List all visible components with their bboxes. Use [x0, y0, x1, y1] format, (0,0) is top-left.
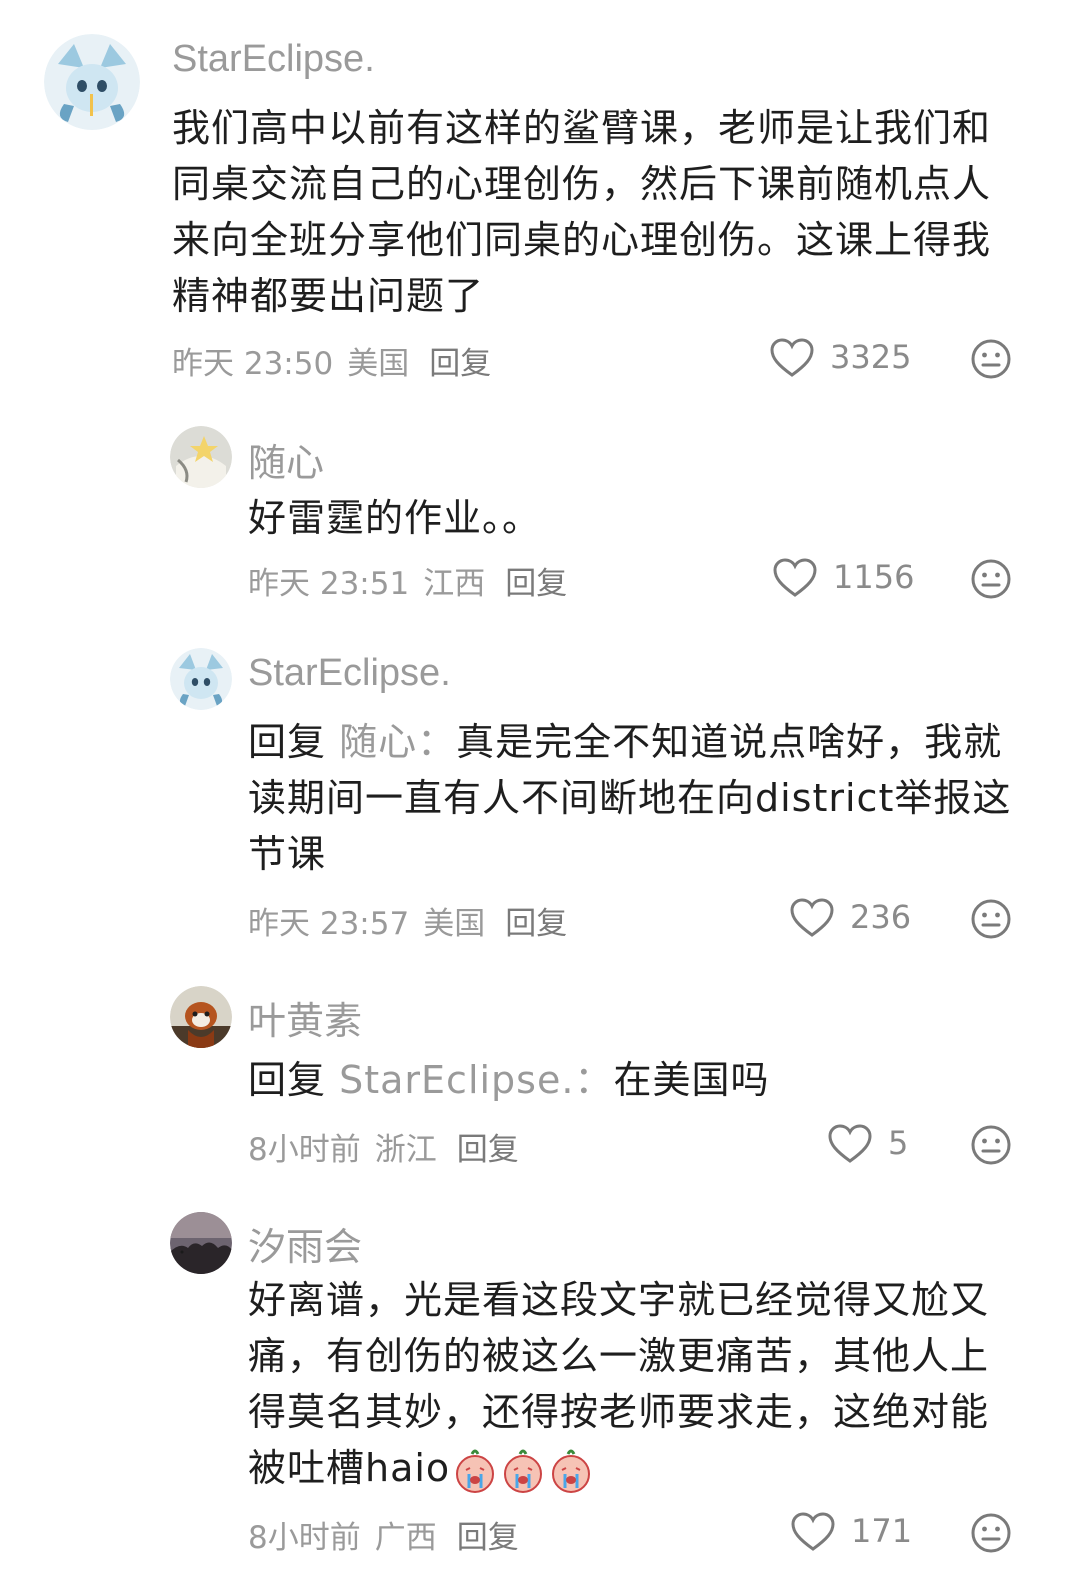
- heart-outline-icon: [773, 558, 817, 597]
- reply-target[interactable]: 随心：: [339, 720, 456, 764]
- like-button[interactable]: 236: [790, 896, 911, 940]
- username[interactable]: StarEclipse.: [172, 38, 375, 81]
- comment-text: 回复 随心：真是完全不知道说点啥好，我就读期间一直有人不间断地在向distric…: [248, 714, 1028, 882]
- neutral-face-icon[interactable]: [970, 338, 1012, 380]
- location: 美国: [423, 906, 486, 942]
- location: 广西: [374, 1520, 437, 1556]
- comment-meta: 8小时前 广西 回复: [248, 1512, 533, 1557]
- avatar[interactable]: [170, 1212, 232, 1274]
- username[interactable]: StarEclipse.: [248, 652, 451, 695]
- avatar[interactable]: [44, 34, 140, 130]
- like-count: 1156: [833, 558, 915, 596]
- like-count: 236: [850, 898, 912, 936]
- comment-text: 我们高中以前有这样的鲨臂课，老师是让我们和同桌交流自己的心理创伤，然后下课前随机…: [172, 106, 992, 318]
- location: 美国: [347, 346, 410, 382]
- like-button[interactable]: 3325: [770, 336, 911, 380]
- avatar[interactable]: [170, 986, 232, 1048]
- reply-prefix: 回复: [248, 720, 327, 764]
- reply-text: 在美国吗: [613, 1058, 770, 1102]
- like-count: 3325: [830, 338, 912, 376]
- username[interactable]: 叶黄素: [248, 990, 362, 1045]
- heart-outline-icon: [828, 1124, 872, 1163]
- avatar[interactable]: [170, 426, 232, 488]
- reply-button[interactable]: 回复: [457, 1132, 519, 1168]
- neutral-face-icon[interactable]: [970, 898, 1012, 940]
- reply-button[interactable]: 回复: [505, 906, 567, 942]
- crying-emoji: [456, 1449, 495, 1493]
- timestamp: 昨天 23:50: [172, 346, 334, 382]
- timestamp: 8小时前: [248, 1520, 361, 1556]
- comment-text: 好雷霆的作业。。: [248, 496, 542, 540]
- comment-meta: 昨天 23:50 美国 回复: [172, 338, 505, 383]
- like-button[interactable]: 171: [791, 1510, 912, 1554]
- comment-text: 好离谱，光是看这段文字就已经觉得又尬又痛，有创伤的被这么一激更痛苦，其他人上得莫…: [248, 1272, 1018, 1496]
- timestamp: 昨天 23:51: [248, 566, 410, 602]
- comment-meta: 昨天 23:51 江西 回复: [248, 558, 581, 603]
- reply-button[interactable]: 回复: [457, 1520, 519, 1556]
- username[interactable]: 随心: [248, 432, 324, 487]
- reply-target[interactable]: StarEclipse.：: [339, 1058, 613, 1102]
- timestamp: 昨天 23:57: [248, 906, 410, 942]
- like-count: 171: [851, 1512, 913, 1550]
- heart-outline-icon: [791, 1512, 835, 1551]
- neutral-face-icon[interactable]: [970, 1512, 1012, 1554]
- reply-button[interactable]: 回复: [505, 566, 567, 602]
- like-count: 5: [888, 1124, 909, 1162]
- location: 浙江: [374, 1132, 437, 1168]
- neutral-face-icon[interactable]: [970, 1124, 1012, 1166]
- username[interactable]: 汐雨会: [248, 1216, 362, 1271]
- comment-meta: 昨天 23:57 美国 回复: [248, 898, 581, 943]
- comment-text: 回复 StarEclipse.：在美国吗: [248, 1052, 1028, 1108]
- neutral-face-icon[interactable]: [970, 558, 1012, 600]
- avatar[interactable]: [170, 648, 232, 710]
- comment-meta: 8小时前 浙江 回复: [248, 1124, 533, 1169]
- comment-text-content: 好离谱，光是看这段文字就已经觉得又尬又痛，有创伤的被这么一激更痛苦，其他人上得莫…: [248, 1278, 990, 1490]
- emoji-group: [450, 1446, 594, 1493]
- like-button[interactable]: 5: [828, 1122, 908, 1166]
- reply-button[interactable]: 回复: [429, 346, 491, 382]
- crying-emoji: [504, 1449, 543, 1493]
- like-button[interactable]: 1156: [773, 556, 914, 600]
- reply-prefix: 回复: [248, 1058, 327, 1102]
- location: 江西: [423, 566, 486, 602]
- timestamp: 8小时前: [248, 1132, 361, 1168]
- crying-emoji: [552, 1449, 591, 1493]
- heart-outline-icon: [770, 338, 814, 377]
- heart-outline-icon: [790, 898, 834, 937]
